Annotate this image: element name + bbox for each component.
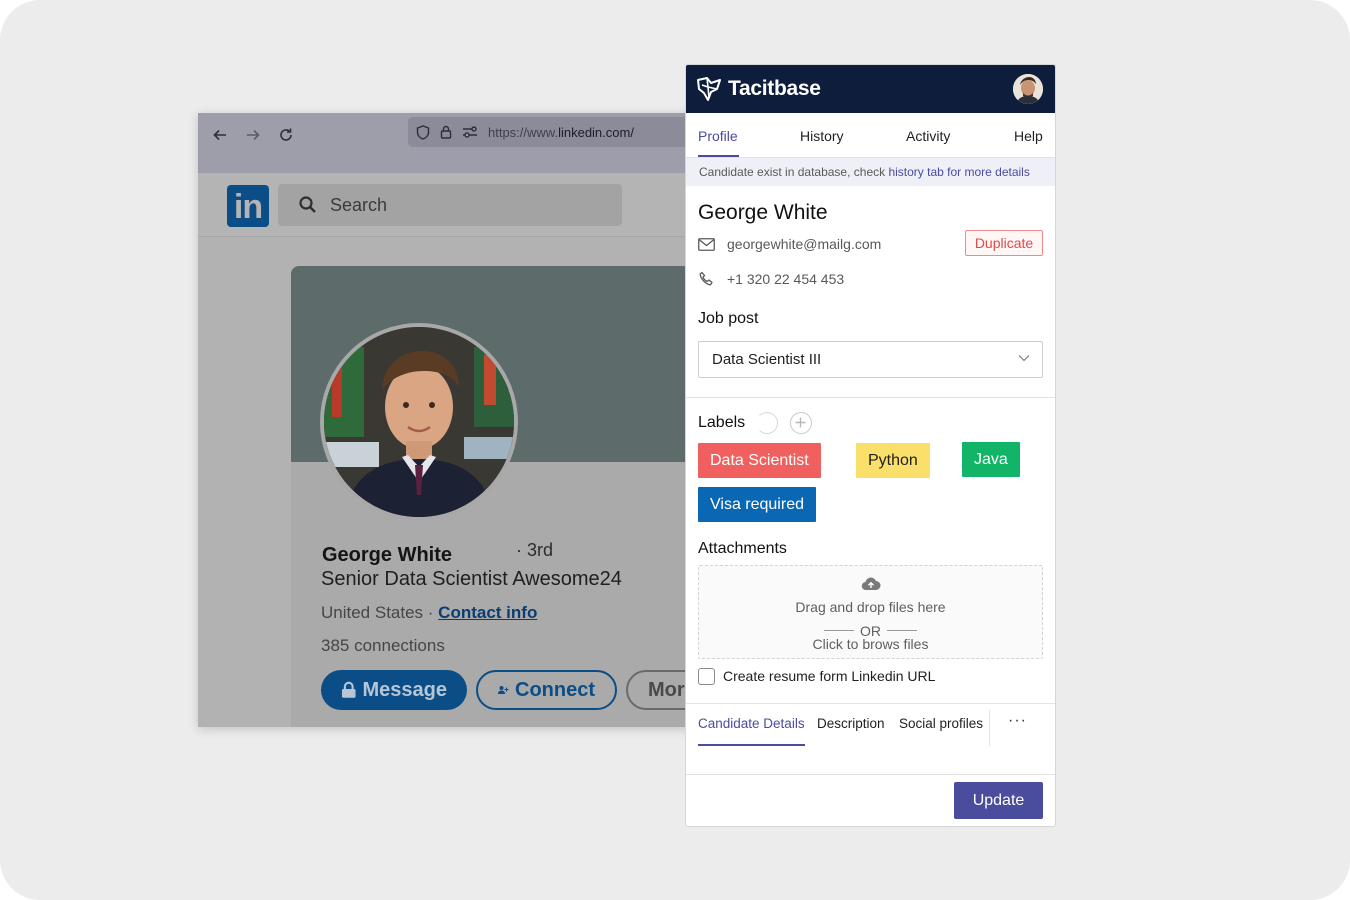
drop-text: Drag and drop files here	[795, 599, 946, 615]
back-arrow-icon[interactable]	[206, 121, 234, 149]
forward-arrow-icon[interactable]	[239, 121, 267, 149]
tab-candidate-details[interactable]: Candidate Details	[698, 716, 805, 731]
add-label-icon[interactable]	[790, 412, 812, 434]
search-placeholder: Search	[330, 194, 388, 215]
tab-history[interactable]: History	[800, 128, 844, 144]
label-tag-data-scientist[interactable]: Data Scientist	[698, 443, 821, 478]
history-tab-link[interactable]: history tab	[888, 165, 943, 179]
active-tab-indicator	[698, 155, 739, 157]
search-input[interactable]: Search	[278, 184, 622, 226]
browse-text: Click to brows files	[812, 636, 929, 652]
connections-count: 385 connections	[321, 636, 445, 655]
resume-checkbox-label: Create resume form Linkedin URL	[723, 668, 936, 684]
tab-profile[interactable]: Profile	[698, 128, 738, 144]
candidate-email: georgewhite@mailg.com	[727, 236, 882, 252]
resume-checkbox[interactable]	[698, 668, 715, 685]
candidate-name: George White	[698, 201, 828, 224]
background-stage: https://www.linkedin.com/ in Search Geor…	[0, 0, 1350, 900]
add-person-icon	[498, 686, 509, 694]
section-divider	[686, 397, 1055, 398]
lock-icon	[440, 125, 452, 139]
file-dropzone[interactable]: Drag and drop files here OR Click to bro…	[698, 565, 1043, 659]
user-avatar[interactable]	[1013, 74, 1043, 104]
profile-photo[interactable]	[320, 323, 518, 521]
phone-icon	[699, 271, 713, 286]
url-bar[interactable]: https://www.linkedin.com/	[408, 117, 718, 147]
profile-card: George White · 3rd Senior Data Scientist…	[291, 266, 718, 727]
tacitbase-panel: Tacitbase Profile History Activity Help …	[685, 64, 1056, 827]
footer-divider	[686, 774, 1055, 775]
contact-info-link[interactable]: Contact info	[438, 603, 537, 622]
search-icon	[299, 196, 316, 213]
mail-icon	[698, 237, 715, 251]
panel-tabs: Profile History Activity Help	[686, 113, 1055, 158]
connection-degree: · 3rd	[516, 540, 554, 560]
linkedin-header: in Search	[198, 173, 718, 237]
linkedin-logo[interactable]: in	[227, 185, 269, 227]
job-post-select[interactable]: Data Scientist III	[698, 341, 1043, 378]
label-tag-python[interactable]: Python	[856, 443, 930, 478]
profile-headline: Senior Data Scientist Awesome24	[321, 568, 622, 590]
labels-title: Labels	[698, 414, 746, 431]
duplicate-badge: Duplicate	[965, 230, 1043, 256]
details-tabs: Candidate Details Description Social pro…	[686, 703, 1055, 746]
cloud-upload-icon	[861, 577, 881, 591]
tab-description[interactable]: Description	[817, 716, 885, 731]
tab-separator	[989, 710, 990, 746]
candidate-email-row: georgewhite@mailg.com	[698, 236, 881, 252]
tab-social-profiles[interactable]: Social profiles	[899, 716, 983, 731]
reload-icon[interactable]	[272, 121, 300, 149]
message-button[interactable]: Message	[321, 670, 467, 710]
update-button[interactable]: Update	[954, 782, 1043, 819]
browser-window: https://www.linkedin.com/ in Search Geor…	[198, 113, 718, 727]
job-post-label: Job post	[698, 310, 759, 327]
connect-button[interactable]: Connect	[476, 670, 617, 710]
tab-activity[interactable]: Activity	[906, 128, 950, 144]
tab-help[interactable]: Help	[1014, 128, 1043, 144]
duplicate-notice: Candidate exist in database, check histo…	[686, 158, 1055, 186]
more-tabs-icon[interactable]: ···	[1008, 712, 1027, 730]
label-tag-java[interactable]: Java	[962, 442, 1020, 477]
browser-toolbar: https://www.linkedin.com/	[198, 113, 718, 173]
attachments-title: Attachments	[698, 540, 787, 557]
url-text: https://www.linkedin.com/	[488, 124, 634, 140]
chevron-down-icon	[1018, 355, 1030, 362]
panel-header: Tacitbase	[686, 65, 1055, 113]
brand-name: Tacitbase	[728, 77, 821, 100]
lock-icon	[341, 681, 356, 698]
profile-name: George White	[322, 544, 453, 566]
active-subtab-indicator	[698, 744, 805, 746]
candidate-phone: +1 320 22 454 453	[727, 271, 845, 287]
shield-icon	[416, 124, 430, 140]
profile-location: United States · Contact info	[321, 603, 538, 622]
permissions-icon	[463, 126, 477, 138]
candidate-phone-row: +1 320 22 454 453	[698, 271, 844, 287]
tacitbase-logo-icon	[697, 77, 721, 101]
refresh-icon[interactable]	[756, 412, 778, 434]
label-tag-visa-required[interactable]: Visa required	[698, 487, 816, 522]
